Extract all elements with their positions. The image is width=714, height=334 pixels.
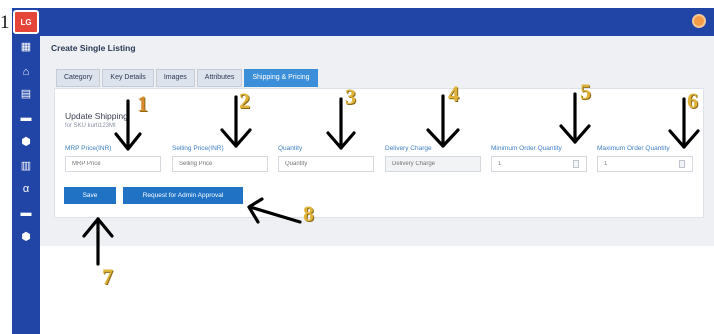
tab-images[interactable]: Images	[155, 69, 195, 87]
app-logo[interactable]: LG	[13, 10, 39, 34]
quantity-input[interactable]	[278, 156, 374, 172]
annotation-number-2: 2	[239, 88, 250, 113]
mrp-price-label: MRP Price(INR)	[65, 145, 112, 152]
delivery-icon[interactable]: ▬	[20, 207, 32, 219]
save-button[interactable]: Save	[64, 187, 116, 204]
min-order-stepper[interactable]	[573, 160, 579, 168]
dashboard-icon[interactable]: ▦	[20, 41, 32, 53]
listing-tabs: Category Key Details Images Attributes S…	[56, 69, 320, 87]
store-icon[interactable]: ⌂	[20, 66, 32, 78]
top-navbar	[40, 8, 714, 36]
page-header: Create Single Listing	[40, 36, 714, 62]
truck-icon[interactable]: ▬	[20, 112, 32, 124]
tab-shipping-pricing[interactable]: Shipping & Pricing	[244, 69, 318, 87]
annotation-number-8: 8	[303, 201, 314, 226]
sidebar: LG ▦ ⌂ ▤ ▬ ⬢ ▥ α ▬ ⬢	[12, 8, 40, 334]
quantity-label: Quantity	[278, 145, 303, 152]
notification-icon[interactable]	[692, 14, 706, 28]
annotation-number-3: 3	[345, 84, 356, 109]
alpha-icon[interactable]: α	[20, 183, 32, 195]
annotation-number-6: 6	[687, 88, 698, 113]
delivery-charge-label: Delivery Charge	[385, 145, 432, 152]
outer-number-label: 1	[0, 12, 10, 33]
box-icon[interactable]: ⬢	[20, 136, 32, 148]
screenshot-frame: 1 LG ▦ ⌂ ▤ ▬ ⬢ ▥ α ▬ ⬢ Create Single Lis…	[0, 0, 714, 334]
annotation-number-1: 1	[137, 91, 148, 116]
tab-category[interactable]: Category	[56, 69, 101, 87]
max-order-stepper[interactable]	[679, 160, 685, 168]
max-order-quantity-label: Maximum Order Quantity	[597, 145, 670, 152]
selling-price-label: Selling Price(INR)	[172, 145, 224, 152]
delivery-charge-input[interactable]	[385, 156, 481, 172]
panel-title: Update Shipping	[65, 111, 128, 121]
annotation-number-4: 4	[448, 81, 459, 106]
tab-attributes[interactable]: Attributes	[196, 69, 243, 87]
tab-key-details[interactable]: Key Details	[102, 69, 154, 87]
annotation-number-7: 7	[102, 264, 113, 289]
footer-band	[40, 226, 714, 246]
selling-price-input[interactable]	[172, 156, 268, 172]
annotation-number-5: 5	[580, 79, 591, 104]
panel-subtitle: for SKU kurti123Mt	[65, 123, 116, 129]
package-icon[interactable]: ⬢	[20, 231, 32, 243]
request-approval-button[interactable]: Request for Admin Approval	[123, 187, 243, 204]
mrp-price-input[interactable]	[65, 156, 161, 172]
min-order-quantity-label: Minimum Order Quantity	[491, 145, 562, 152]
listings-icon[interactable]: ▤	[20, 88, 32, 100]
app-logo-text: LG	[20, 17, 32, 27]
chart-icon[interactable]: ▥	[20, 160, 32, 172]
page-title: Create Single Listing	[51, 43, 136, 53]
